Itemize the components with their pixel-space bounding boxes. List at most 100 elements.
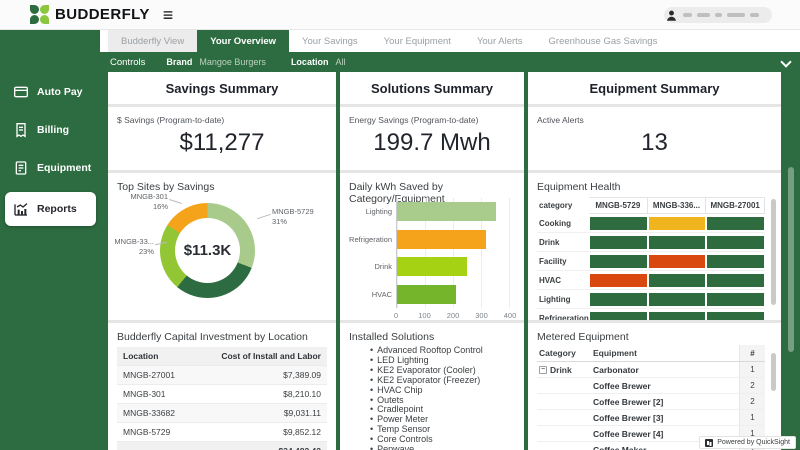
health-row-hvac[interactable]: HVAC (537, 271, 765, 290)
capital-investment-panel: Budderfly Capital Investment by Location… (108, 323, 336, 450)
investment-table: Location Cost of Install and Labor MNGB-… (117, 347, 327, 450)
daily-kwh-panel: Daily kWh Saved by Category/Equipment Li… (340, 173, 524, 320)
controls-bar: Controls Brand Mangoe Burgers Location A… (100, 52, 800, 72)
bar-lighting[interactable] (397, 202, 496, 221)
list-item: Pepwave (370, 445, 524, 450)
table-row[interactable]: MNGB-33682 $9,031.11 (117, 404, 327, 423)
installed-solutions-list: Advanced Rooftop Control LED Lighting KE… (370, 346, 524, 450)
health-cell (590, 217, 647, 230)
bar-chart-category-labels: Lighting Refrigeration Drink HVAC (342, 198, 392, 308)
tab-your-overview[interactable]: Your Overview (197, 30, 289, 52)
x-axis-ticks: 0 100 200 300 400 (396, 311, 510, 320)
health-cell (590, 312, 647, 321)
user-name-redacted (683, 13, 692, 17)
location-filter-value[interactable]: All (335, 57, 345, 67)
health-cell (590, 274, 647, 287)
alerts-kpi-panel: Active Alerts 13 (528, 107, 781, 170)
tab-budderfly-view[interactable]: Budderfly View (108, 30, 197, 52)
powered-by-quicksight-badge: Powered by QuickSight (699, 436, 796, 449)
health-row-lighting[interactable]: Lighting (537, 290, 765, 309)
equipment-column: Equipment Summary Active Alerts 13 Equip… (528, 72, 781, 450)
installed-solutions-panel: Installed Solutions Advanced Rooftop Con… (340, 323, 524, 450)
investment-total-row: $34,482.42 (117, 442, 327, 450)
tab-your-savings[interactable]: Your Savings (289, 30, 371, 52)
clover-logo-icon (30, 5, 50, 25)
powered-by-text: Powered by QuickSight (717, 439, 790, 446)
health-cell (649, 293, 706, 306)
health-cell (649, 255, 706, 268)
tab-greenhouse-gas-savings[interactable]: Greenhouse Gas Savings (536, 30, 671, 52)
savings-kpi-value: $11,277 (108, 129, 336, 157)
top-sites-donut-chart[interactable]: $11.3K (160, 203, 255, 298)
alerts-kpi-label: Active Alerts (528, 107, 781, 125)
sidebar-item-billing[interactable]: Billing (0, 116, 100, 144)
health-cell (590, 255, 647, 268)
savings-column: Savings Summary $ Savings (Program-to-da… (108, 72, 336, 450)
savings-kpi-label: $ Savings (Program-to-date) (108, 107, 336, 125)
donut-label-mngb-33: MNGB-33...23% (108, 237, 154, 257)
table-row[interactable]: MNGB-5729 $9,852.12 (117, 423, 327, 442)
sidebar-item-reports[interactable]: Reports (5, 192, 96, 226)
tab-your-alerts[interactable]: Your Alerts (464, 30, 536, 52)
table-row[interactable]: MNGB-301 $8,210.10 (117, 385, 327, 404)
health-cell (649, 312, 706, 321)
sidebar-item-auto-pay[interactable]: Auto Pay (0, 78, 100, 106)
metered-equipment-table: Category Equipment # −Drink Carbonator 1… (537, 345, 765, 450)
sidebar: Auto Pay Billing Equipment Reports (0, 30, 100, 450)
energy-kpi-panel: Energy Savings (Program-to-date) 199.7 M… (340, 107, 524, 170)
health-row-facility[interactable]: Facility (537, 252, 765, 271)
equipment-health-title: Equipment Health (528, 173, 781, 193)
health-scrollbar[interactable] (771, 199, 776, 305)
health-cell (707, 217, 764, 230)
solutions-column: Solutions Summary Energy Savings (Progra… (340, 72, 524, 450)
donut-center-label: $11.3K (175, 218, 240, 283)
savings-kpi-panel: $ Savings (Program-to-date) $11,277 (108, 107, 336, 170)
savings-summary-title: Savings Summary (108, 72, 336, 104)
health-row-drink[interactable]: Drink (537, 233, 765, 252)
health-row-refrigeration[interactable]: Refrigeration (537, 309, 765, 320)
table-row[interactable]: −Drink Carbonator 1 (537, 362, 765, 378)
metered-table-header: Category Equipment # (537, 345, 765, 362)
metered-scrollbar[interactable] (771, 353, 776, 391)
metered-equipment-panel: Metered Equipment Category Equipment # −… (528, 323, 781, 450)
daily-kwh-bar-chart[interactable] (396, 198, 510, 308)
health-cell (649, 236, 706, 249)
controls-title: Controls (110, 57, 145, 68)
equipment-icon (13, 160, 29, 176)
tab-bar: Budderfly View Your Overview Your Saving… (100, 30, 800, 52)
collapse-icon[interactable]: − (539, 366, 547, 374)
health-cell (707, 255, 764, 268)
health-cell (590, 236, 647, 249)
tab-your-equipment[interactable]: Your Equipment (371, 30, 464, 52)
equipment-summary-title: Equipment Summary (528, 72, 781, 104)
donut-label-mngb-301: MNGB-30116% (112, 192, 168, 212)
table-row[interactable]: Coffee Brewer [3] 1 (537, 410, 765, 426)
health-cell (707, 312, 764, 321)
quicksight-icon (705, 439, 713, 447)
investment-table-title: Budderfly Capital Investment by Location (108, 323, 336, 343)
brand-filter-value[interactable]: Mangoe Burgers (199, 57, 266, 67)
budderfly-logo[interactable]: BUDDERFLY ≡ (30, 5, 173, 25)
table-row[interactable]: Coffee Brewer 2 (537, 378, 765, 394)
solutions-summary-title: Solutions Summary (340, 72, 524, 104)
donut-chart-title: Top Sites by Savings (108, 173, 336, 193)
chevron-down-icon[interactable] (782, 58, 790, 66)
health-cell (707, 274, 764, 287)
health-row-cooking[interactable]: Cooking (537, 214, 765, 233)
alerts-kpi-value: 13 (528, 129, 781, 157)
user-menu[interactable] (664, 7, 772, 23)
equipment-health-table: category MNGB-5729 MNGB-336... MNGB-2700… (537, 197, 765, 320)
page-scrollbar[interactable] (788, 167, 794, 352)
bar-hvac[interactable] (397, 285, 456, 304)
bar-drink[interactable] (397, 257, 467, 276)
health-cell (707, 236, 764, 249)
sidebar-item-equipment[interactable]: Equipment (0, 154, 100, 182)
main-content: Savings Summary $ Savings (Program-to-da… (100, 72, 800, 450)
table-row[interactable]: Coffee Brewer [2] 2 (537, 394, 765, 410)
brand-name: BUDDERFLY (55, 6, 150, 23)
hamburger-menu-icon[interactable]: ≡ (163, 6, 174, 24)
location-filter-label: Location (291, 57, 329, 67)
dashboard: BUDDERFLY ≡ Auto Pay Billing (0, 0, 800, 450)
bar-refrigeration[interactable] (397, 230, 486, 249)
table-row[interactable]: MNGB-27001 $7,389.09 (117, 366, 327, 385)
